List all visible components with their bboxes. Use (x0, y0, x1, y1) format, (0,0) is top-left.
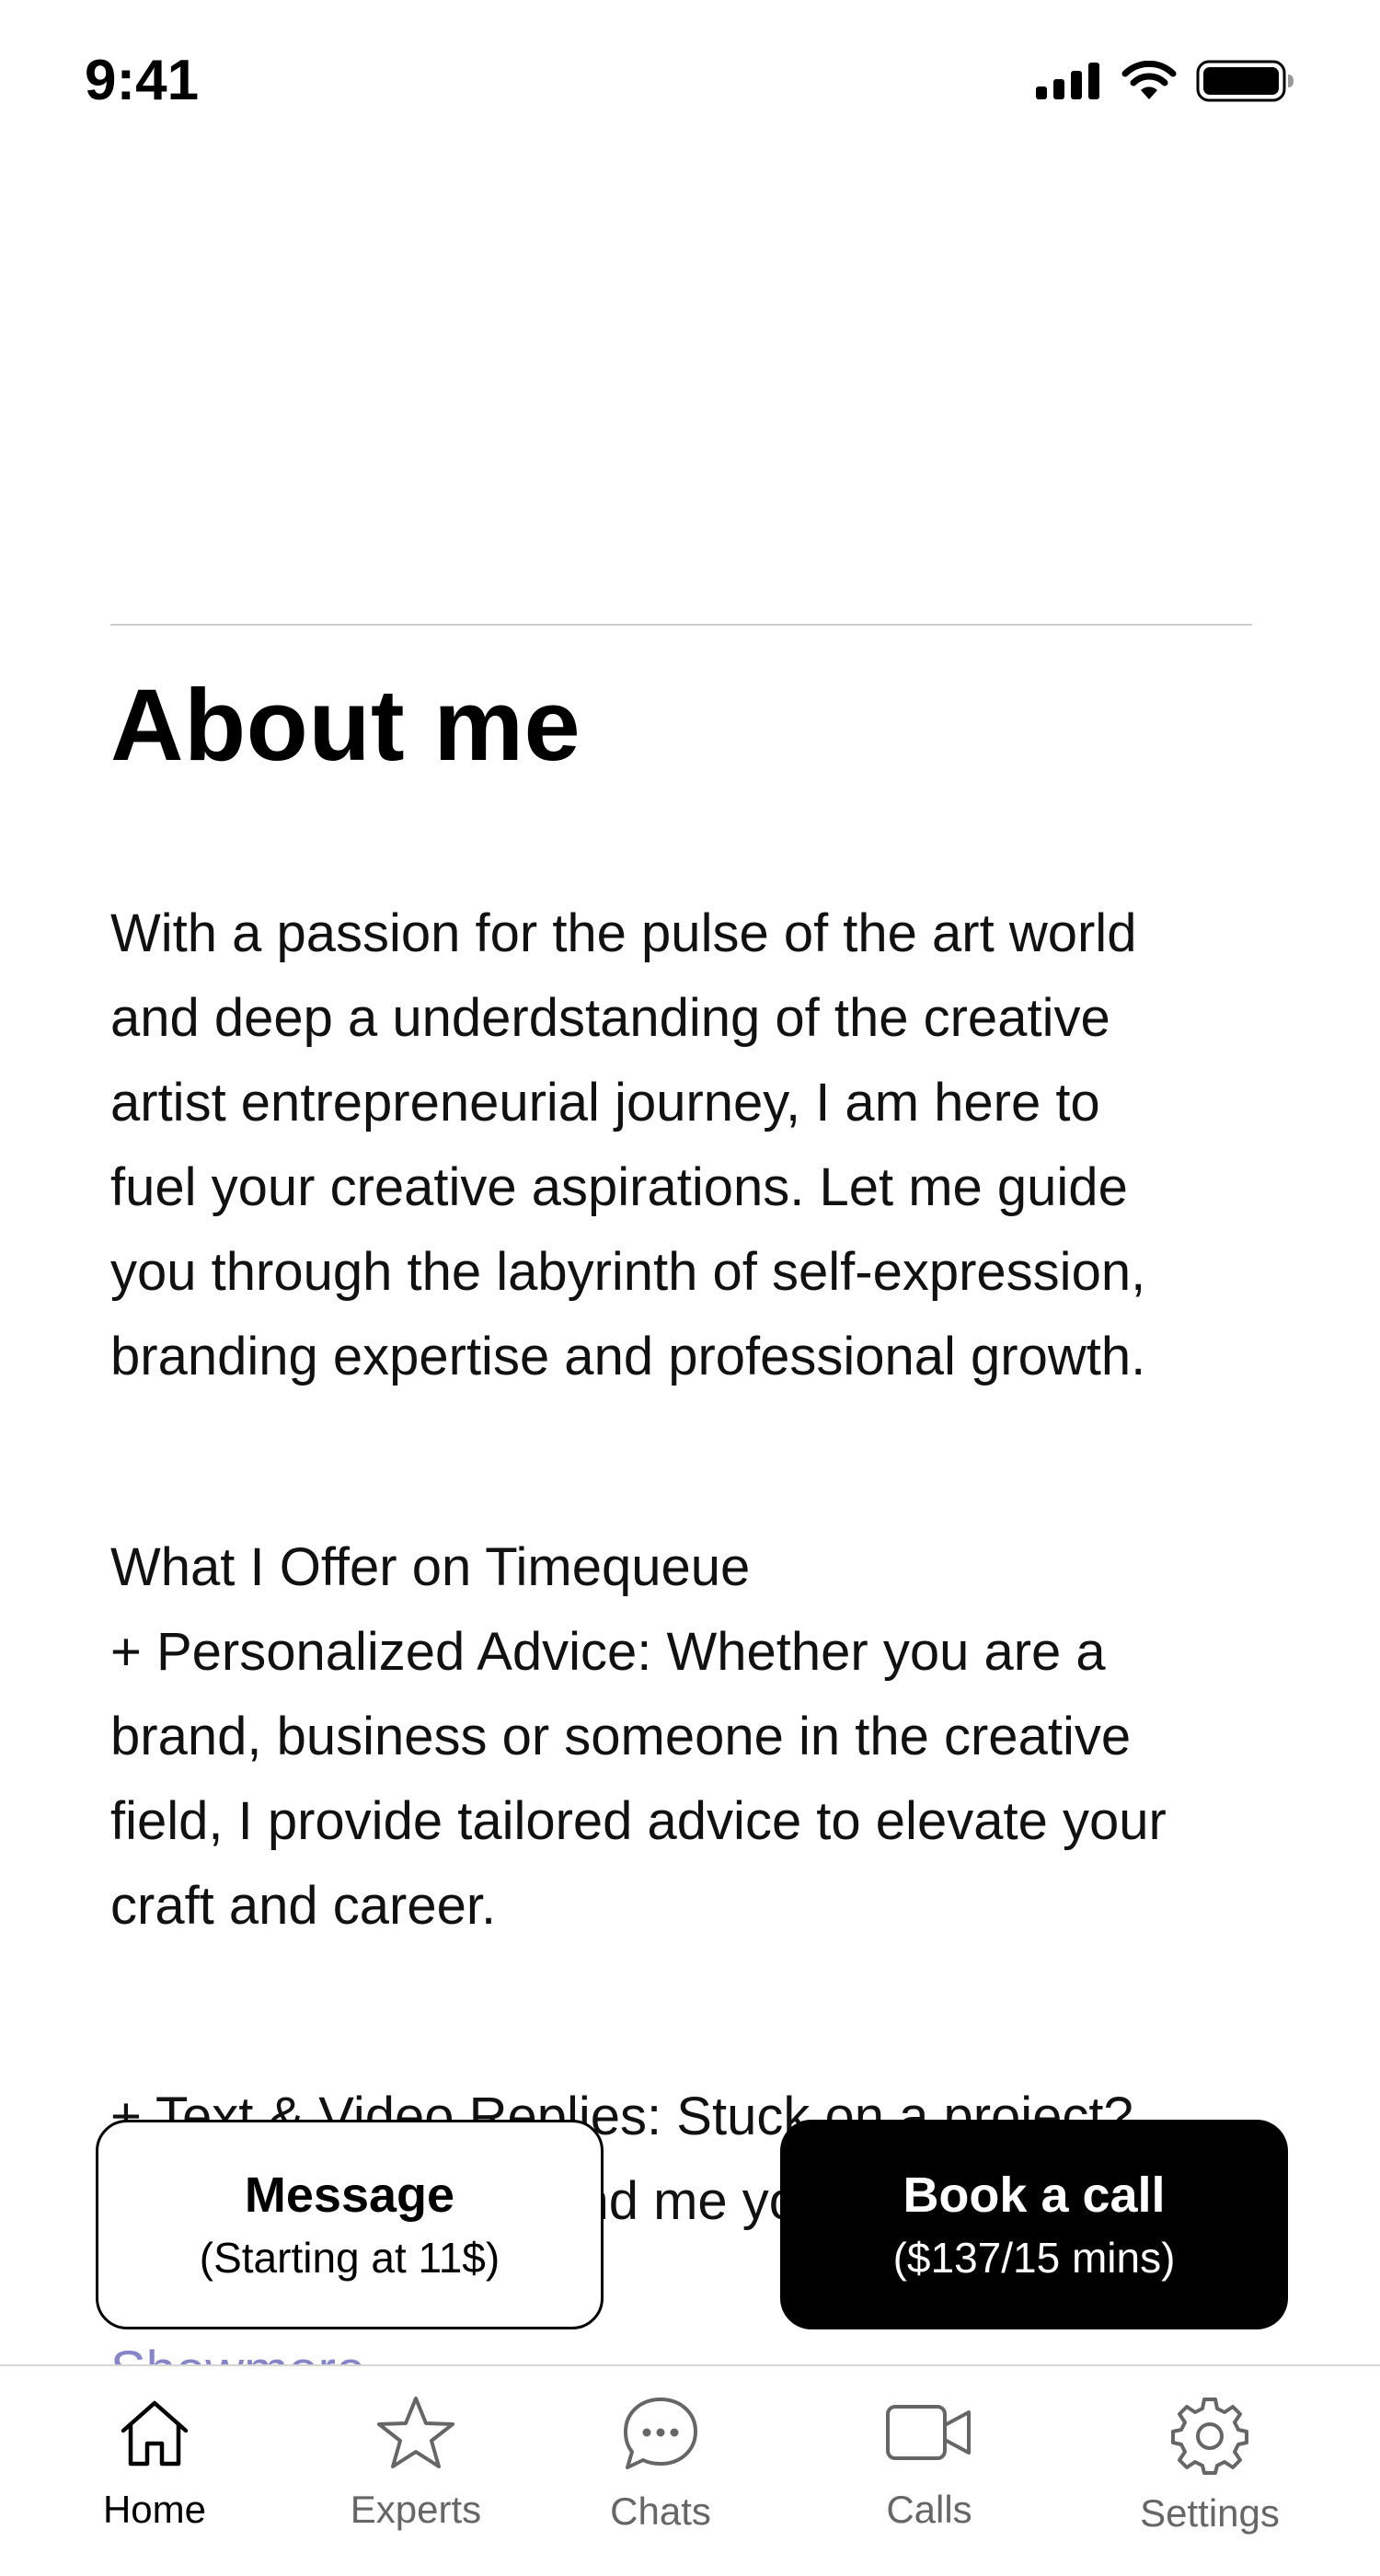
tab-settings-label: Settings (1140, 2491, 1280, 2535)
expert-profile-screen: 9:41 About me With a passion for the pul… (0, 0, 1380, 2576)
signal-icon (1036, 61, 1102, 101)
tab-experts[interactable]: Experts (296, 2394, 535, 2559)
book-call-button-title: Book a call (903, 2168, 1166, 2223)
tab-home[interactable]: Home (35, 2394, 274, 2559)
about-paragraph-intro: With a passion for the pulse of the art … (110, 903, 1146, 1386)
tab-experts-label: Experts (350, 2488, 482, 2531)
status-icons (1036, 59, 1295, 103)
star-icon (374, 2394, 457, 2471)
video-camera-icon (884, 2394, 974, 2471)
about-title: About me (110, 669, 581, 782)
message-button[interactable]: Message (Starting at 11$) (96, 2120, 604, 2329)
status-time: 9:41 (85, 49, 200, 112)
tab-chats-label: Chats (610, 2490, 711, 2533)
message-button-price: (Starting at 11$) (199, 2234, 500, 2282)
book-call-button[interactable]: Book a call ($137/15 mins) (780, 2120, 1288, 2329)
book-call-button-price: ($137/15 mins) (892, 2234, 1176, 2282)
section-divider (110, 624, 1252, 626)
gear-icon (1169, 2394, 1250, 2475)
tab-chats[interactable]: Chats (541, 2394, 780, 2559)
tab-settings[interactable]: Settings (1090, 2394, 1329, 2559)
chat-bubble-icon (620, 2394, 701, 2473)
home-icon (116, 2394, 193, 2471)
tab-bar: Home Experts Chats Calls Settings (0, 2364, 1380, 2576)
tab-home-label: Home (102, 2488, 207, 2531)
status-bar: 9:41 (0, 0, 1380, 166)
tab-calls-label: Calls (886, 2488, 972, 2531)
about-body: With a passion for the pulse of the art … (110, 807, 1306, 2329)
tab-calls[interactable]: Calls (810, 2394, 1049, 2559)
battery-icon (1196, 59, 1295, 103)
message-button-title: Message (244, 2168, 455, 2223)
about-paragraph-offer: What I Offer on Timequeue + Personalized… (110, 1537, 1167, 1936)
wifi-icon (1121, 61, 1178, 101)
